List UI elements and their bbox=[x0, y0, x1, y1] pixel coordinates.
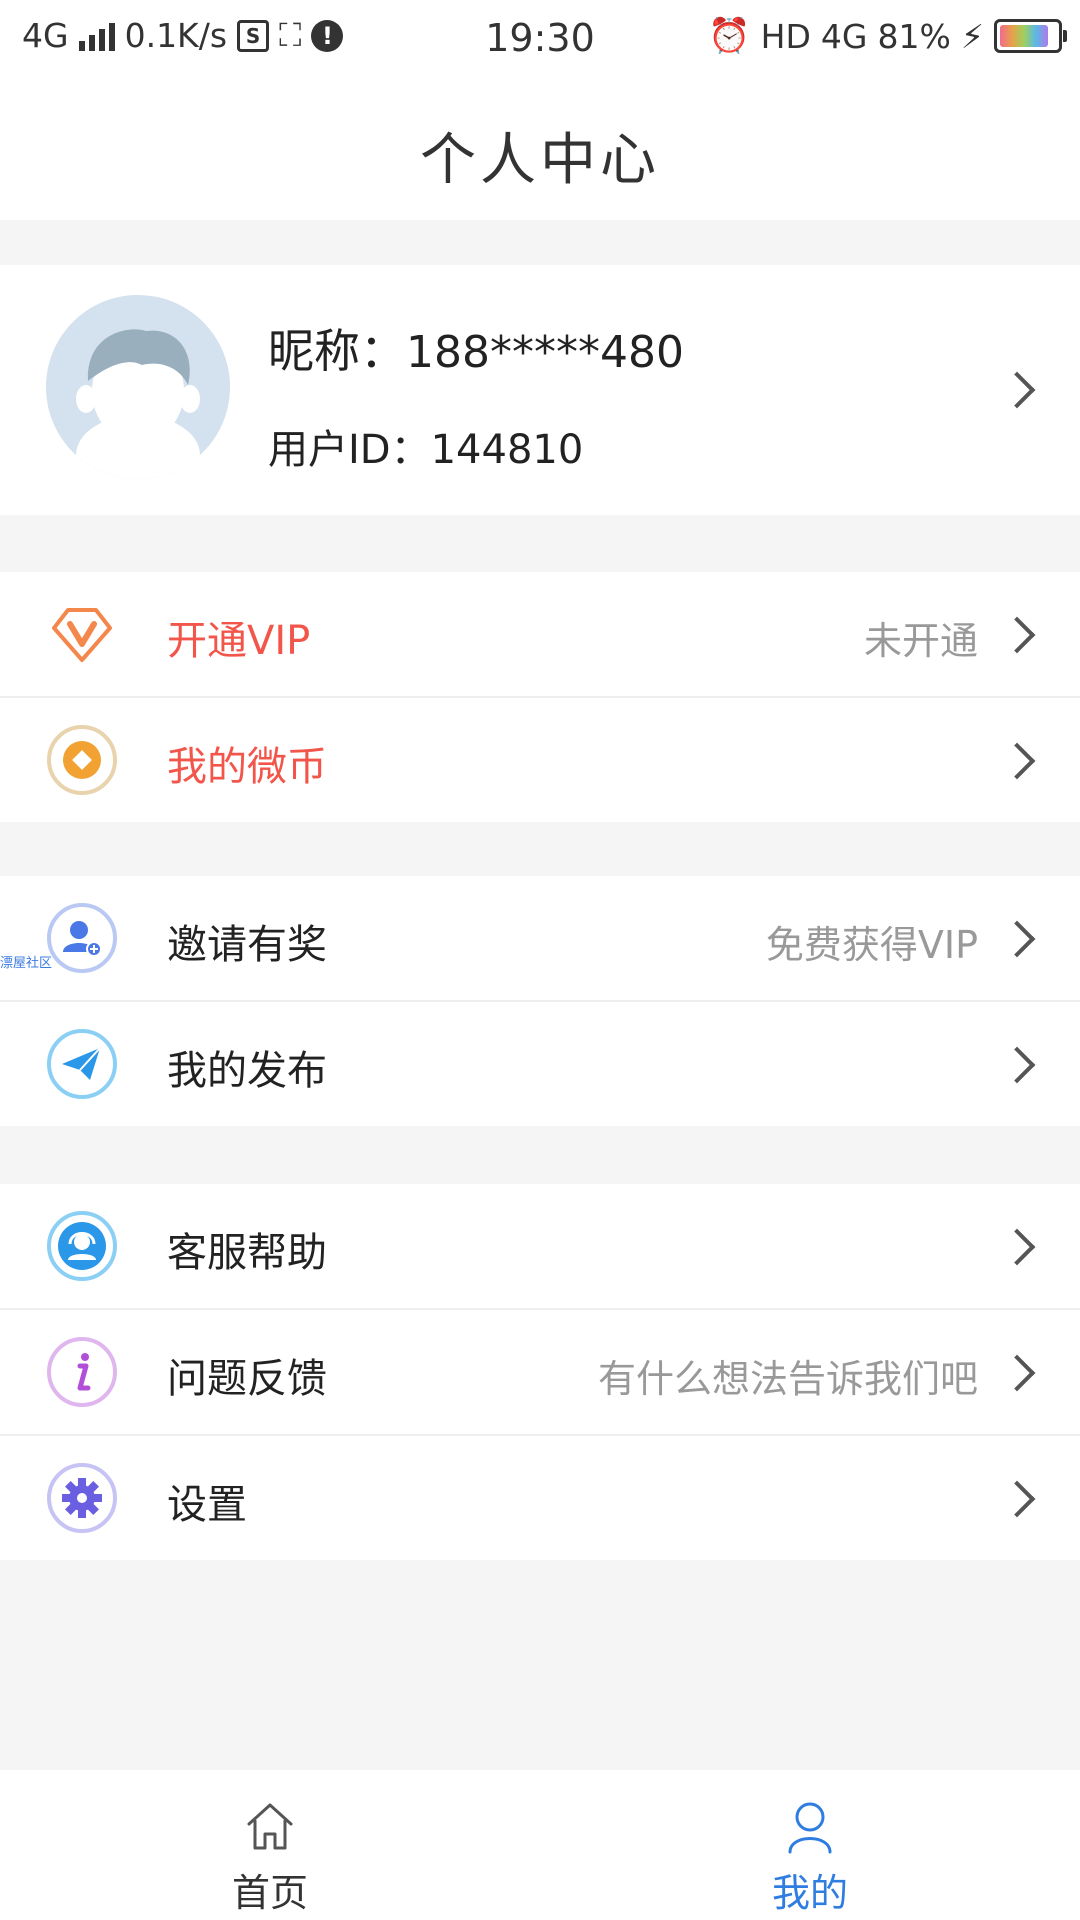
menu-group-help: 客服帮助 问题反馈 有什么想法告诉我们吧 设置 bbox=[0, 1184, 1080, 1560]
tab-mine-label: 我的 bbox=[771, 1871, 848, 1915]
menu-item-coins[interactable]: 我的微币 bbox=[0, 698, 1080, 822]
chevron-right-icon bbox=[998, 1228, 1036, 1266]
coin-icon bbox=[47, 725, 117, 795]
chevron-right-icon bbox=[998, 616, 1036, 654]
menu-item-posts[interactable]: 我的发布 bbox=[0, 1002, 1080, 1126]
hd-indicator: HD bbox=[760, 16, 811, 56]
vip-diamond-icon bbox=[52, 608, 112, 662]
userid-value: 144810 bbox=[430, 427, 584, 473]
tab-home-label: 首页 bbox=[231, 1871, 308, 1915]
menu-label-coins: 我的微币 bbox=[167, 744, 327, 790]
default-avatar-icon bbox=[46, 295, 230, 479]
avatar[interactable] bbox=[46, 295, 230, 479]
menu-group-invite: 邀请有奖 免费获得VIP 我的发布 bbox=[0, 876, 1080, 1126]
chevron-right-icon bbox=[998, 742, 1036, 780]
menu-item-support[interactable]: 客服帮助 bbox=[0, 1184, 1080, 1310]
tab-mine[interactable]: 我的 bbox=[540, 1770, 1080, 1920]
paper-plane-icon bbox=[47, 1029, 117, 1099]
info-icon bbox=[47, 1337, 117, 1407]
menu-item-invite[interactable]: 邀请有奖 免费获得VIP bbox=[0, 876, 1080, 1002]
chevron-right-icon bbox=[998, 1354, 1036, 1392]
vip-status: 未开通 bbox=[863, 619, 978, 663]
userid-row: 用户ID：144810 bbox=[268, 417, 583, 475]
menu-item-feedback[interactable]: 问题反馈 有什么想法告诉我们吧 bbox=[0, 1310, 1080, 1436]
nickname-row: 昵称：188*****480 bbox=[268, 315, 684, 381]
chevron-right-icon bbox=[998, 920, 1036, 958]
gear-icon bbox=[47, 1463, 117, 1533]
chevron-right-icon bbox=[998, 371, 1036, 409]
menu-item-vip[interactable]: 开通VIP 未开通 bbox=[0, 572, 1080, 698]
nickname-label: 昵称： bbox=[268, 324, 406, 378]
menu-item-settings[interactable]: 设置 bbox=[0, 1436, 1080, 1560]
watermark-text: 漂屋社区 bbox=[0, 956, 53, 971]
home-icon bbox=[247, 1803, 293, 1850]
menu-group-vip: 开通VIP 未开通 我的微币 bbox=[0, 572, 1080, 822]
battery-icon bbox=[994, 19, 1067, 53]
chevron-right-icon bbox=[998, 1046, 1036, 1084]
alarm-icon: ⏰ bbox=[708, 16, 751, 56]
menu-label-settings: 设置 bbox=[167, 1482, 247, 1528]
userid-label: 用户ID： bbox=[268, 427, 431, 473]
profile-card[interactable]: 昵称：188*****480 用户ID：144810 bbox=[0, 265, 1080, 515]
charging-icon: ⚡ bbox=[960, 16, 984, 56]
menu-label-support: 客服帮助 bbox=[167, 1230, 327, 1276]
nickname-value: 188*****480 bbox=[406, 327, 684, 378]
menu-label-invite: 邀请有奖 bbox=[167, 922, 327, 968]
battery-percent: 81% bbox=[877, 16, 951, 56]
tab-home[interactable]: 首页 bbox=[0, 1770, 540, 1920]
status-right: ⏰ HD 4G 81% ⚡ bbox=[708, 16, 1067, 56]
menu-label-posts: 我的发布 bbox=[167, 1048, 327, 1094]
user-icon bbox=[788, 1802, 832, 1854]
bottom-tab-bar: 首页 我的 bbox=[0, 1770, 1080, 1920]
invite-hint: 免费获得VIP bbox=[765, 923, 978, 967]
menu-label-feedback: 问题反馈 bbox=[167, 1356, 327, 1402]
menu-label-vip: 开通VIP bbox=[167, 618, 311, 664]
chevron-right-icon bbox=[998, 1480, 1036, 1518]
status-bar: 4G 0.1K/s S ⛶ ! 19:30 ⏰ HD 4G 81% ⚡ bbox=[0, 0, 1080, 75]
header: 个人中心 bbox=[0, 75, 1080, 220]
feedback-hint: 有什么想法告诉我们吧 bbox=[597, 1357, 978, 1401]
page-title: 个人中心 bbox=[420, 128, 660, 193]
invite-user-icon bbox=[47, 903, 117, 973]
customer-service-icon bbox=[47, 1211, 117, 1281]
network-type-2: 4G bbox=[820, 16, 868, 56]
